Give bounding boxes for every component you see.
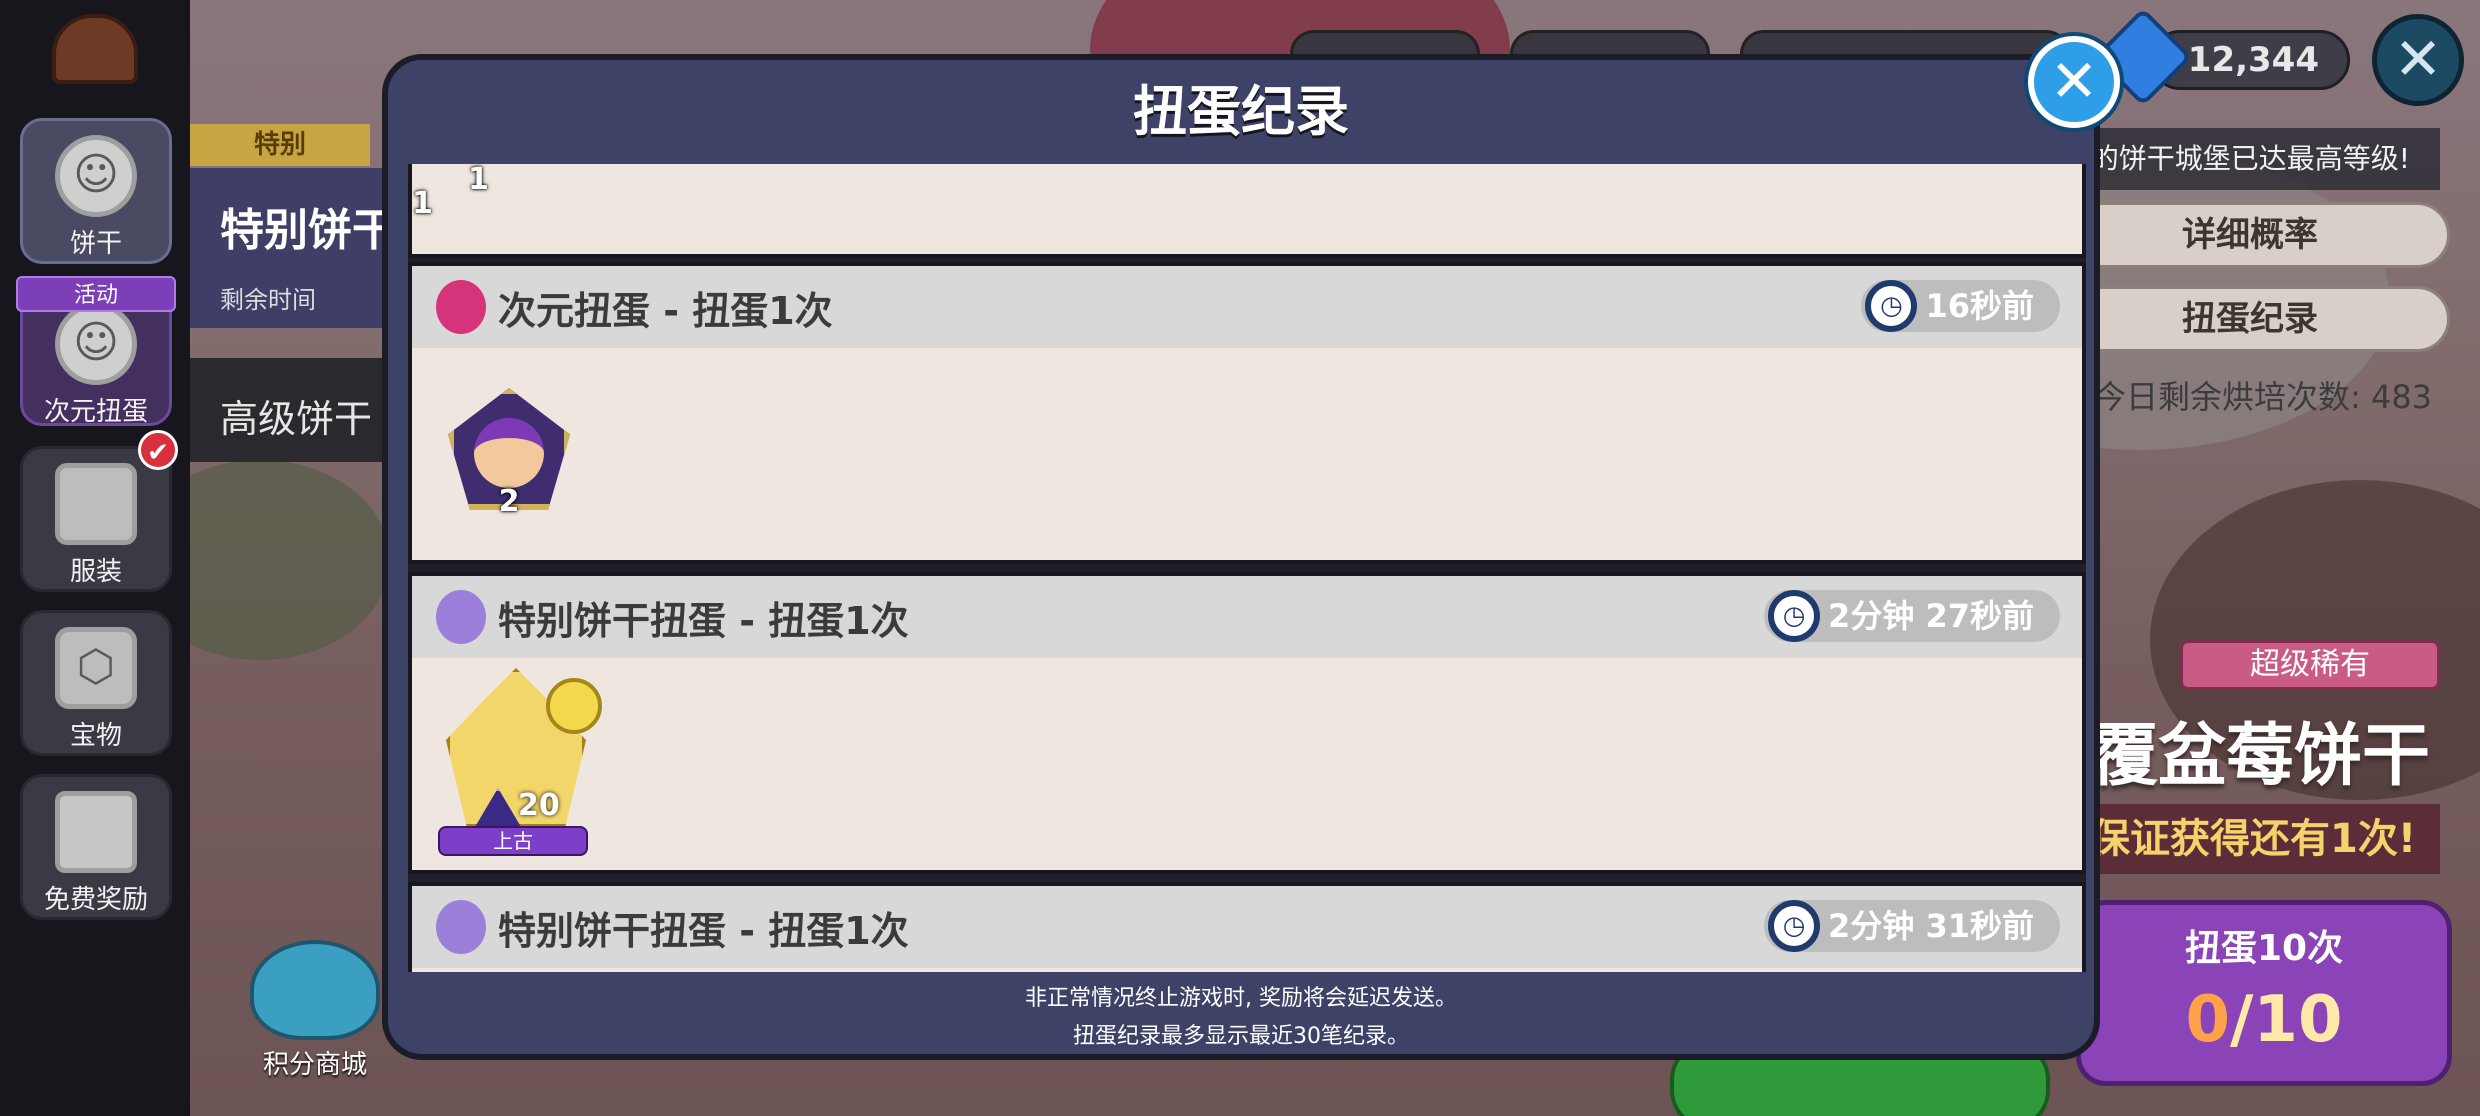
close-modal-button[interactable]: ✕ xyxy=(2028,36,2120,128)
record-card: 1 1 xyxy=(408,164,2086,258)
remaining-time-label: 剩余时间 xyxy=(220,286,316,314)
sidebar-item-label: 次元扭蛋 xyxy=(43,397,148,427)
record-card: 特别饼干扭蛋 - 扭蛋1次 ◷ 2分钟 27秒前 20 上古 xyxy=(408,572,2086,874)
guarantee-banner: 保证获得还有1次! xyxy=(2090,804,2440,874)
flower-icon xyxy=(546,678,602,734)
clock-icon: ◷ xyxy=(1768,900,1821,952)
record-header: 次元扭蛋 - 扭蛋1次 ◷ 16秒前 xyxy=(412,266,2082,348)
cookie-level: 20 xyxy=(518,788,560,823)
cookie-face xyxy=(474,418,544,488)
special-tag: 特别 xyxy=(190,124,370,166)
detail-rate-button[interactable]: 详细概率 xyxy=(2050,202,2450,268)
clock-icon: ◷ xyxy=(1865,280,1918,332)
sidebar-item-label: 饼干 xyxy=(69,229,122,259)
modal-title: 扭蛋纪录 xyxy=(388,60,2094,164)
footer-note: 扭蛋纪录最多显示最近30笔纪录。 xyxy=(1073,1024,1409,1049)
item-count: 2 xyxy=(498,484,520,519)
pig-shop-icon xyxy=(250,940,380,1040)
special-gacha-icon xyxy=(436,900,486,954)
special-gacha-icon xyxy=(436,590,486,644)
record-title: 次元扭蛋 - 扭蛋1次 xyxy=(498,289,833,333)
gacha-record-modal: 扭蛋纪录 1 1 次元扭蛋 - 扭蛋1次 ◷ 16秒前 2 特别饼干扭蛋 - 扭… xyxy=(382,54,2100,1060)
item-count: 1 xyxy=(412,186,433,221)
dimension-gacha-icon xyxy=(436,280,486,334)
record-item: 2 xyxy=(448,388,570,519)
check-badge-icon: ✔ xyxy=(138,430,178,470)
sidebar-item-label: 宝物 xyxy=(69,721,122,751)
record-card: 次元扭蛋 - 扭蛋1次 ◷ 16秒前 2 xyxy=(408,262,2086,564)
close-screen-button[interactable]: ✕ xyxy=(2372,14,2464,106)
advanced-cookie-title: 高级饼干 xyxy=(190,358,390,462)
cookie-icon: ☺ xyxy=(55,135,137,217)
draw-10-counter: 0/10 xyxy=(2185,983,2343,1057)
sidebar-item-label: 免费奖励 xyxy=(43,885,148,915)
record-title: 特别饼干扭蛋 - 扭蛋1次 xyxy=(498,909,909,953)
record-list[interactable]: 1 1 次元扭蛋 - 扭蛋1次 ◷ 16秒前 2 特别饼干扭蛋 - 扭蛋1次 ◷… xyxy=(408,164,2086,972)
modal-footer: 非正常情况终止游戏时, 奖励将会延迟发送。 扭蛋纪录最多显示最近30笔纪录。 xyxy=(388,972,2094,1060)
sidebar-item-cookies[interactable]: ☺ 饼干 xyxy=(20,118,172,264)
record-time: ◷ 2分钟 31秒前 xyxy=(1764,900,2060,952)
footer-note: 非正常情况终止游戏时, 奖励将会延迟发送。 xyxy=(1025,986,1457,1011)
record-card: 特别饼干扭蛋 - 扭蛋1次 ◷ 2分钟 31秒前 xyxy=(408,882,2086,972)
clock-icon: ◷ xyxy=(1768,590,1821,642)
left-sidebar: ☺ 饼干 ☺ 次元扭蛋 活动 服装 ✔ ⬡ 宝物 免费奖励 xyxy=(0,0,190,1116)
treasure-icon: ⬡ xyxy=(55,627,137,709)
record-title: 特别饼干扭蛋 - 扭蛋1次 xyxy=(498,599,909,643)
gacha-record-button[interactable]: 扭蛋纪录 xyxy=(2050,286,2450,352)
record-header: 特别饼干扭蛋 - 扭蛋1次 ◷ 2分钟 27秒前 xyxy=(412,576,2082,658)
ancient-grade-label: 上古 xyxy=(438,826,588,856)
sidebar-item-free-rewards[interactable]: 免费奖励 xyxy=(20,774,172,920)
event-ribbon: 活动 xyxy=(16,276,176,312)
castle-icon[interactable] xyxy=(52,14,138,84)
points-shop-button[interactable]: 积分商城 xyxy=(240,940,390,1080)
record-time: ◷ 16秒前 xyxy=(1861,280,2060,332)
bake-count: 今日剩余烘培次数: 483 xyxy=(2094,378,2433,416)
shirt-icon xyxy=(55,463,137,545)
featured-cookie-name: 覆盆莓饼干 xyxy=(2090,717,2431,796)
sidebar-item-treasures[interactable]: ⬡ 宝物 xyxy=(20,610,172,756)
dimension-gacha-icon: ☺ xyxy=(55,303,137,385)
record-header: 特别饼干扭蛋 - 扭蛋1次 ◷ 2分钟 31秒前 xyxy=(412,886,2082,968)
close-icon: ✕ xyxy=(2049,47,2099,115)
record-item: 20 上古 xyxy=(426,658,606,858)
rarity-badge: 超级稀有 xyxy=(2180,640,2440,690)
draw-10-button[interactable]: 扭蛋10次 0/10 xyxy=(2076,900,2452,1086)
draw-10-label: 扭蛋10次 xyxy=(2184,928,2344,969)
points-shop-label: 积分商城 xyxy=(262,1050,367,1080)
record-time: ◷ 2分钟 27秒前 xyxy=(1764,590,2060,642)
sidebar-item-label: 服装 xyxy=(69,557,122,587)
gift-icon xyxy=(55,791,137,873)
